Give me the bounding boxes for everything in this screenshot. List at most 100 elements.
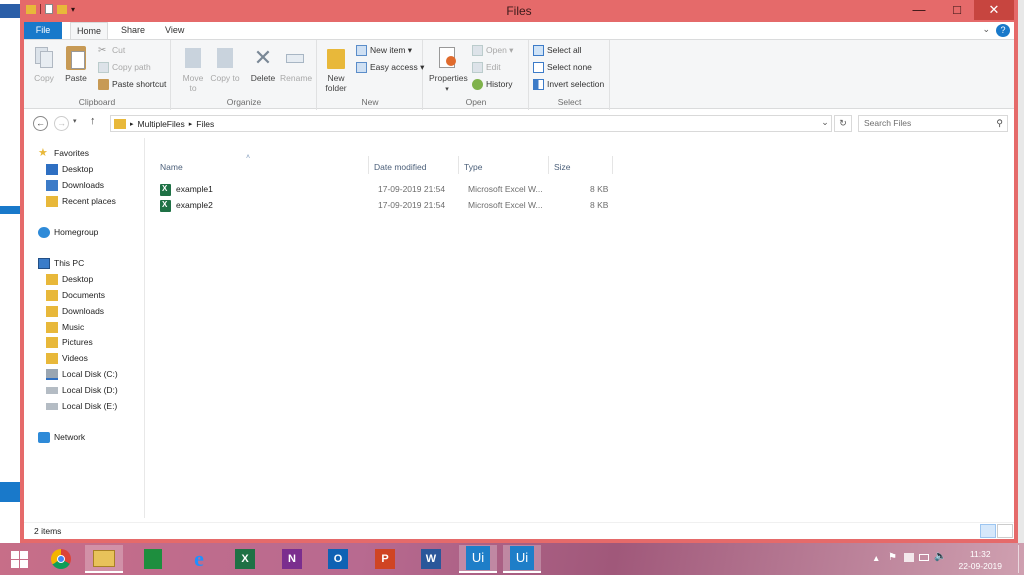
taskbar-outlook[interactable]: O xyxy=(319,545,357,573)
column-size[interactable]: Size xyxy=(554,162,571,176)
history-button[interactable]: History xyxy=(472,77,512,91)
onenote-icon: N xyxy=(282,549,302,569)
star-icon: ★ xyxy=(38,146,48,159)
nav-fav-recent[interactable]: Recent places xyxy=(46,194,116,208)
new-label: New xyxy=(361,97,379,107)
refresh-button[interactable]: ↻ xyxy=(834,115,852,132)
file-explorer-icon xyxy=(93,549,115,567)
delete-button[interactable]: ✕ Delete xyxy=(248,46,278,84)
show-desktop-button[interactable] xyxy=(1018,545,1022,573)
maximize-button[interactable]: □ xyxy=(942,0,972,20)
start-button[interactable] xyxy=(0,545,38,573)
tab-share[interactable]: Share xyxy=(112,22,154,39)
file-size: 8 KB xyxy=(590,184,609,194)
nav-homegroup[interactable]: Homegroup xyxy=(38,225,98,239)
nav-pc-documents[interactable]: Documents xyxy=(46,288,105,302)
column-date-modified[interactable]: Date modified xyxy=(374,162,426,176)
clock[interactable]: 11:32 22-09-2019 xyxy=(959,548,1002,572)
nav-pc-pictures[interactable]: Pictures xyxy=(46,335,93,349)
tab-file[interactable]: File xyxy=(24,22,62,39)
nav-pc-disk-c[interactable]: Local Disk (C:) xyxy=(46,367,118,381)
column-divider xyxy=(612,156,613,174)
taskbar-file-explorer[interactable] xyxy=(85,545,123,573)
taskbar-word[interactable]: W xyxy=(412,545,450,573)
file-size: 8 KB xyxy=(590,200,609,210)
address-bar[interactable]: ▸ MultipleFiles ▸ Files xyxy=(110,115,832,132)
file-date: 17-09-2019 21:54 xyxy=(378,200,446,210)
help-icon[interactable]: ? xyxy=(996,24,1010,37)
taskbar-internet-explorer[interactable]: e xyxy=(180,545,218,573)
select-all-button[interactable]: Select all xyxy=(533,43,582,57)
taskbar-chrome[interactable] xyxy=(42,545,80,573)
copy-to-button[interactable]: Copy to xyxy=(210,46,240,83)
copy-button[interactable]: Copy xyxy=(29,46,59,83)
large-icons-view-button[interactable] xyxy=(997,524,1013,538)
recent-locations-icon[interactable]: ▾ xyxy=(73,117,77,125)
chevron-down-icon[interactable]: ⌄ xyxy=(982,24,990,35)
file-row[interactable]: example1 17-09-2019 21:54 Microsoft Exce… xyxy=(160,183,720,197)
excel-file-icon xyxy=(160,184,171,196)
edit-button[interactable]: Edit xyxy=(472,60,501,74)
properties-button[interactable]: Properties ▾ xyxy=(429,46,468,95)
move-to-button[interactable]: Move to xyxy=(178,46,208,93)
folder-icon xyxy=(46,352,58,364)
network-status-icon[interactable] xyxy=(904,553,914,562)
taskbar-store[interactable] xyxy=(134,545,172,573)
volume-icon[interactable]: 🔈 xyxy=(934,551,946,562)
edit-icon xyxy=(472,61,483,73)
file-list: ˄ Name Date modified Type Size example1 … xyxy=(146,138,1014,518)
battery-icon[interactable] xyxy=(919,554,929,561)
chevron-right-icon: ▸ xyxy=(130,120,134,128)
rename-button[interactable]: Rename xyxy=(280,46,312,83)
nav-this-pc[interactable]: This PC xyxy=(38,256,84,270)
nav-pc-disk-e[interactable]: Local Disk (E:) xyxy=(46,399,117,413)
folder-icon xyxy=(46,289,58,301)
clipboard-label: Clipboard xyxy=(78,97,116,107)
new-item-button[interactable]: New item ▾ xyxy=(356,43,412,57)
nav-pc-downloads[interactable]: Downloads xyxy=(46,304,104,318)
nav-network[interactable]: Network xyxy=(38,430,85,444)
address-dropdown-button[interactable]: ⌄ xyxy=(816,115,834,132)
easy-access-button[interactable]: Easy access ▾ xyxy=(356,60,424,74)
details-view-button[interactable] xyxy=(980,524,996,538)
taskbar-uipath-2[interactable]: Ui xyxy=(503,545,541,573)
paste-button[interactable]: Paste xyxy=(61,46,91,83)
nav-pc-disk-d[interactable]: Local Disk (D:) xyxy=(46,383,118,397)
nav-favorites[interactable]: ★ Favorites xyxy=(38,146,89,160)
taskbar-excel[interactable]: X xyxy=(226,545,264,573)
copy-path-button[interactable]: Copy path xyxy=(98,60,151,74)
minimize-button[interactable]: — xyxy=(904,0,934,20)
ribbon: Copy Paste ✂ Cut Copy path Paste shortcu… xyxy=(24,39,1014,110)
nav-fav-desktop[interactable]: Desktop xyxy=(46,162,93,176)
taskbar-powerpoint[interactable]: P xyxy=(366,545,404,573)
breadcrumb-multiplefiles[interactable]: MultipleFiles xyxy=(138,119,185,129)
open-icon xyxy=(472,44,483,56)
forward-button[interactable]: → xyxy=(54,116,69,131)
search-input[interactable]: Search Files ⚲ xyxy=(858,115,1008,132)
nav-fav-downloads[interactable]: Downloads xyxy=(46,178,104,192)
copy-icon xyxy=(33,46,55,70)
column-type[interactable]: Type xyxy=(464,162,482,176)
tab-home[interactable]: Home xyxy=(70,22,108,39)
open-button[interactable]: Open ▾ xyxy=(472,43,513,57)
taskbar-onenote[interactable]: N xyxy=(273,545,311,573)
show-hidden-icons-icon[interactable]: ▲ xyxy=(872,553,880,563)
internet-explorer-icon: e xyxy=(194,546,204,571)
invert-selection-button[interactable]: Invert selection xyxy=(533,77,604,91)
tab-view[interactable]: View xyxy=(156,22,193,39)
nav-pc-videos[interactable]: Videos xyxy=(46,351,88,365)
close-button[interactable]: ✕ xyxy=(974,0,1014,20)
cut-button[interactable]: ✂ Cut xyxy=(98,43,125,57)
new-folder-button[interactable]: New folder xyxy=(321,46,351,93)
nav-pc-music[interactable]: Music xyxy=(46,320,84,334)
paste-shortcut-button[interactable]: Paste shortcut xyxy=(98,77,166,91)
up-button[interactable]: ↑ xyxy=(90,115,96,127)
column-name[interactable]: Name xyxy=(160,162,183,176)
file-row[interactable]: example2 17-09-2019 21:54 Microsoft Exce… xyxy=(160,199,720,213)
nav-pc-desktop[interactable]: Desktop xyxy=(46,272,93,286)
taskbar-uipath-1[interactable]: Ui xyxy=(459,545,497,573)
select-none-button[interactable]: Select none xyxy=(533,60,592,74)
flag-icon[interactable]: ⚑ xyxy=(888,552,897,563)
back-button[interactable]: ← xyxy=(33,116,48,131)
breadcrumb-files[interactable]: Files xyxy=(196,119,214,129)
